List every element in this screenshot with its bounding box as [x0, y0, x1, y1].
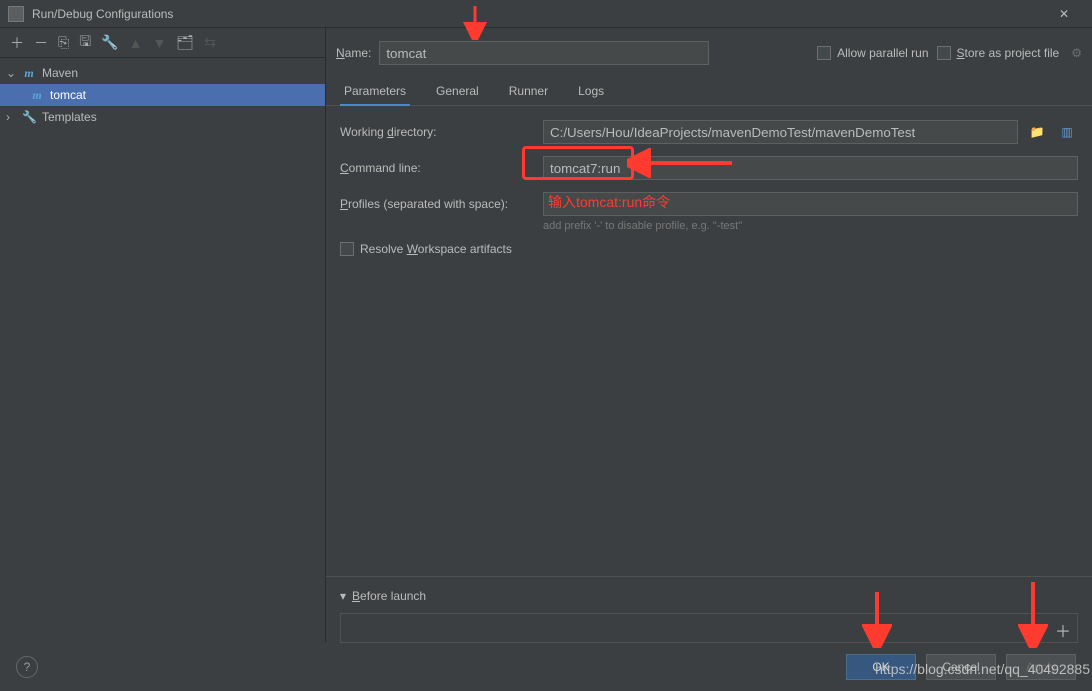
tab-runner[interactable]: Runner	[505, 78, 552, 105]
profiles-hint: add prefix '-' to disable profile, e.g. …	[340, 220, 1078, 232]
profiles-input[interactable]	[543, 192, 1078, 216]
checkbox-icon	[817, 46, 831, 60]
maven-icon: m	[30, 88, 44, 103]
add-icon[interactable]: ＋	[10, 33, 24, 53]
checkbox-icon	[340, 242, 354, 256]
up-icon[interactable]: ▲	[129, 35, 143, 51]
tree-node-tomcat[interactable]: m tomcat	[0, 84, 325, 106]
chevron-down-icon: ⌄	[6, 66, 18, 80]
before-launch-list: ＋	[340, 613, 1078, 643]
workdir-input[interactable]	[543, 120, 1018, 144]
cmdline-label: Command line:	[340, 161, 535, 175]
app-icon	[8, 6, 24, 22]
wrench-icon[interactable]: 🔧	[101, 34, 118, 51]
allow-parallel-checkbox[interactable]: Allow parallel run	[817, 46, 928, 60]
wrench-icon: 🔧	[22, 110, 36, 124]
name-label: Name:	[336, 46, 371, 60]
parameters-form: Working directory: 📁 ▥ Command line: Pro…	[326, 106, 1092, 577]
store-project-label: Store as project file	[957, 46, 1060, 60]
help-icon[interactable]: ?	[16, 656, 38, 678]
tab-general[interactable]: General	[432, 78, 483, 105]
remove-icon[interactable]: －	[34, 33, 48, 53]
checkbox-icon	[937, 46, 951, 60]
insert-path-icon[interactable]: ▥	[1056, 121, 1078, 143]
before-launch-label: Before launch	[352, 589, 426, 603]
resolve-artifacts-label: Resolve Workspace artifacts	[360, 242, 512, 256]
profiles-label: Profiles (separated with space):	[340, 197, 535, 211]
tab-parameters[interactable]: Parameters	[340, 78, 410, 106]
allow-parallel-label: Allow parallel run	[837, 46, 928, 60]
before-launch-header[interactable]: ▾ Before launch	[340, 585, 1078, 607]
watermark: https://blog.csdn.net/qq_40492885	[875, 661, 1090, 677]
tree-label: Templates	[40, 110, 97, 124]
chevron-down-icon: ▾	[340, 589, 346, 603]
store-project-checkbox[interactable]: Store as project file	[937, 46, 1060, 60]
save-icon[interactable]: 🖫	[79, 31, 91, 55]
header-row: Name: Allow parallel run Store as projec…	[326, 38, 1092, 68]
toggle-icon[interactable]: ⇆	[204, 34, 216, 51]
workdir-label: Working directory:	[340, 125, 535, 139]
cmdline-input[interactable]	[543, 156, 1078, 180]
name-input[interactable]	[379, 41, 709, 65]
tree-node-templates[interactable]: › 🔧 Templates	[0, 106, 325, 128]
config-tree: ⌄ m Maven m tomcat › 🔧 Templates	[0, 58, 325, 643]
right-panel: Name: Allow parallel run Store as projec…	[326, 28, 1092, 643]
tab-logs[interactable]: Logs	[574, 78, 608, 105]
before-launch-section: ▾ Before launch ＋	[326, 577, 1092, 643]
tree-node-maven[interactable]: ⌄ m Maven	[0, 62, 325, 84]
tree-label: tomcat	[48, 88, 86, 102]
config-toolbar: ＋ － ⎘ 🖫 🔧 ▲ ▼ 🗂 ⇆	[0, 28, 325, 58]
tabs: Parameters General Runner Logs	[326, 68, 1092, 106]
down-icon[interactable]: ▼	[152, 35, 166, 51]
left-panel: ＋ － ⎘ 🖫 🔧 ▲ ▼ 🗂 ⇆ ⌄ m Maven m tomcat › 🔧	[0, 28, 326, 643]
add-task-icon[interactable]: ＋	[1055, 618, 1071, 642]
resolve-artifacts-checkbox[interactable]: Resolve Workspace artifacts	[340, 242, 512, 256]
chevron-right-icon: ›	[6, 110, 18, 124]
close-icon[interactable]: ✕	[1044, 0, 1084, 28]
gear-icon[interactable]: ⚙	[1071, 46, 1082, 60]
tree-label: Maven	[40, 66, 78, 80]
folder-icon[interactable]: 🗂	[176, 34, 194, 51]
browse-icon[interactable]: 📁	[1026, 121, 1048, 143]
maven-icon: m	[22, 66, 36, 81]
titlebar: Run/Debug Configurations ✕	[0, 0, 1092, 28]
copy-icon[interactable]: ⎘	[58, 34, 69, 51]
window-title: Run/Debug Configurations	[32, 7, 1044, 21]
